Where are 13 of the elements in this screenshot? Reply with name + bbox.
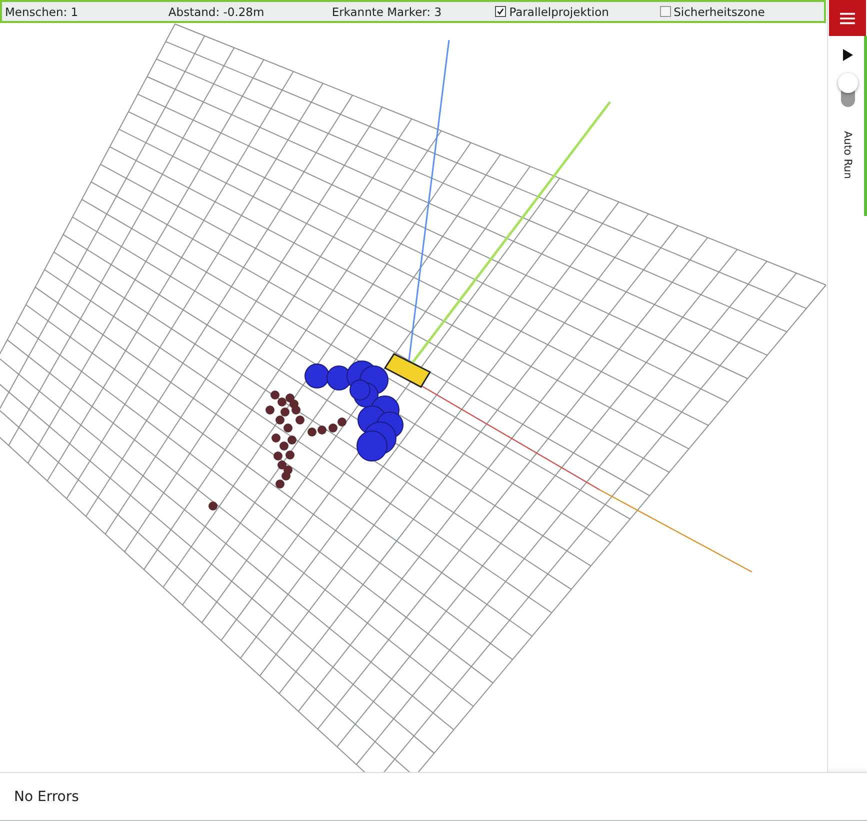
option-checkbox[interactable]: Parallelprojektion <box>495 4 660 18</box>
checkmark-icon <box>496 7 506 16</box>
marker-block <box>384 353 432 388</box>
auto-run-label: Auto Run <box>842 131 854 179</box>
auto-run-toggle[interactable] <box>840 75 855 107</box>
option-checkbox[interactable]: Sicherheitszone <box>660 4 824 18</box>
status-readout: Menschen: 1 <box>4 4 80 18</box>
status-readout: Erkannte Marker: 3 <box>332 4 443 18</box>
play-icon[interactable] <box>842 49 853 61</box>
menu-icon <box>839 12 856 24</box>
status-readout: Abstand: -0.28m <box>168 4 266 18</box>
menu-button[interactable] <box>829 0 866 36</box>
console-message: No Errors <box>14 788 79 804</box>
